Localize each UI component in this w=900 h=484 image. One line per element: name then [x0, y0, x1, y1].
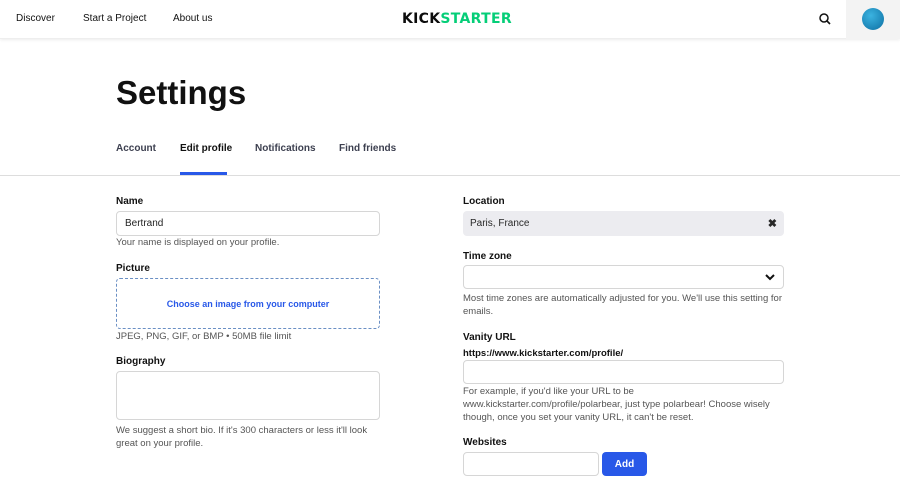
vanity-label: Vanity URL [463, 332, 516, 343]
nav-about-us[interactable]: About us [173, 13, 212, 24]
user-menu[interactable] [846, 0, 900, 39]
timezone-help: Most time zones are automatically adjust… [463, 293, 782, 317]
vanity-help: For example, if you'd like your URL to b… [463, 386, 770, 423]
timezone-label: Time zone [463, 251, 512, 262]
picture-help: JPEG, PNG, GIF, or BMP • 50MB file limit [116, 331, 292, 342]
location-field[interactable]: Paris, France ✖ [463, 211, 784, 236]
divider [0, 175, 900, 176]
picture-upload-cta[interactable]: Choose an image from your computer [167, 299, 330, 309]
logo-starter: STARTER [440, 11, 512, 27]
clear-location-icon[interactable]: ✖ [768, 217, 777, 230]
name-input[interactable]: Bertrand [116, 211, 380, 236]
tab-account[interactable]: Account [116, 143, 156, 154]
add-website-button[interactable]: Add [602, 452, 647, 476]
timezone-select[interactable] [463, 265, 784, 289]
search-icon[interactable] [818, 12, 832, 26]
kickstarter-logo[interactable]: KICKSTARTER [402, 11, 512, 27]
biography-textarea[interactable] [116, 371, 380, 420]
vanity-prefix: https://www.kickstarter.com/profile/ [463, 348, 624, 359]
nav-discover[interactable]: Discover [16, 13, 55, 24]
page-title: Settings [116, 74, 247, 111]
location-value: Paris, France [470, 218, 530, 229]
vanity-url-input[interactable] [463, 360, 784, 384]
name-label: Name [116, 196, 144, 207]
tab-edit-profile[interactable]: Edit profile [180, 143, 232, 154]
picture-upload[interactable]: Choose an image from your computer [116, 278, 380, 329]
logo-kick: KICK [402, 11, 441, 27]
chevron-down-icon [765, 273, 775, 280]
avatar[interactable] [862, 8, 884, 30]
location-label: Location [463, 196, 505, 207]
nav-start-project[interactable]: Start a Project [83, 13, 146, 24]
tab-notifications[interactable]: Notifications [255, 143, 316, 154]
picture-label: Picture [116, 263, 150, 274]
top-nav: Discover Start a Project About us KICKST… [0, 0, 900, 39]
tab-find-friends[interactable]: Find friends [339, 143, 396, 154]
websites-label: Websites [463, 437, 507, 448]
name-help: Your name is displayed on your profile. [116, 237, 280, 248]
website-input[interactable] [463, 452, 599, 476]
biography-label: Biography [116, 356, 166, 367]
biography-help: We suggest a short bio. If it's 300 char… [116, 425, 368, 449]
